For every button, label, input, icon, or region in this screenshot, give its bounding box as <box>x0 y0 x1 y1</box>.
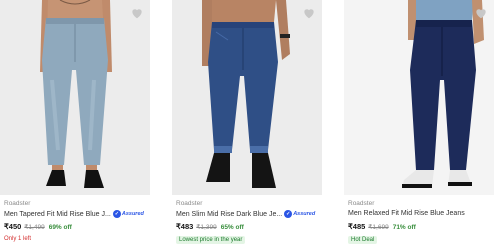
original-price: ₹1,399 <box>196 224 217 231</box>
flipkart-assured-icon: ✓ Assured <box>112 210 144 218</box>
product-image[interactable] <box>0 0 150 195</box>
brand-name: Roadster <box>4 200 31 207</box>
price-row: ₹485 ₹1,699 71% off <box>348 222 416 231</box>
assured-label: Assured <box>293 211 316 217</box>
original-price: ₹1,499 <box>24 224 45 231</box>
heart-icon[interactable] <box>130 6 144 20</box>
product-card[interactable]: Roadster Men Slim Mid Rise Dark Blue Je.… <box>172 0 322 246</box>
deal-tag: Hot Deal <box>348 236 378 244</box>
heart-icon[interactable] <box>474 6 488 20</box>
original-price: ₹1,699 <box>368 224 389 231</box>
product-image[interactable] <box>344 0 494 195</box>
price-row: ₹483 ₹1,399 65% off <box>176 222 244 231</box>
discount: 71% off <box>392 224 416 231</box>
brand-name: Roadster <box>348 200 375 207</box>
product-title-text: Men Relaxed Fit Mid Rise Blue Jeans <box>348 210 465 217</box>
deal-tag: Lowest price in the year <box>176 236 246 244</box>
product-card[interactable]: Roadster Men Tapered Fit Mid Rise Blue J… <box>0 0 150 246</box>
flipkart-assured-icon: ✓ Assured <box>284 210 316 218</box>
product-title-text: Men Slim Mid Rise Dark Blue Je... <box>176 210 283 218</box>
product-image[interactable] <box>172 0 322 195</box>
stock-tag: Only 1 left <box>4 236 32 242</box>
discount: 65% off <box>220 224 244 231</box>
product-title[interactable]: Men Tapered Fit Mid Rise Blue J... ✓ Assu… <box>4 210 144 218</box>
product-title[interactable]: Men Relaxed Fit Mid Rise Blue Jeans <box>348 210 465 217</box>
brand-name: Roadster <box>176 200 203 207</box>
product-title-text: Men Tapered Fit Mid Rise Blue J... <box>4 210 111 218</box>
price-row: ₹450 ₹1,499 69% off <box>4 222 72 231</box>
price: ₹483 <box>176 222 194 231</box>
product-card[interactable]: Roadster Men Relaxed Fit Mid Rise Blue J… <box>344 0 494 246</box>
product-title[interactable]: Men Slim Mid Rise Dark Blue Je... ✓ Assur… <box>176 210 315 218</box>
assured-label: Assured <box>121 211 144 217</box>
price: ₹485 <box>348 222 366 231</box>
price: ₹450 <box>4 222 22 231</box>
discount: 69% off <box>48 224 72 231</box>
heart-icon[interactable] <box>302 6 316 20</box>
